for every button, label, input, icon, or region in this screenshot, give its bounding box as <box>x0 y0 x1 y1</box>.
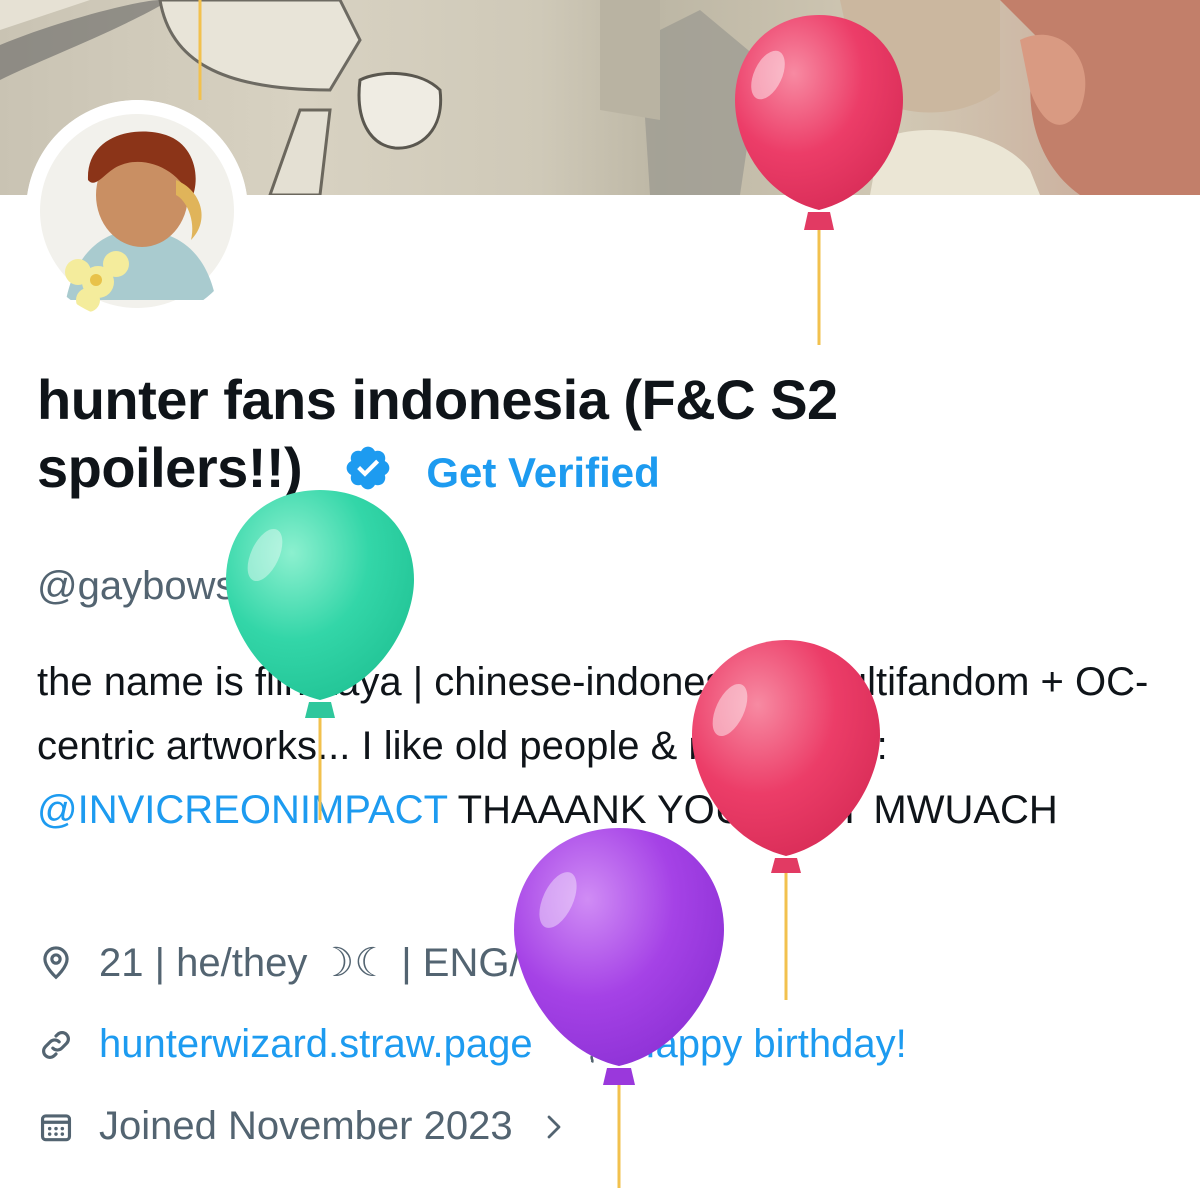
profile-website-link[interactable]: hunterwizard.straw.page <box>99 1022 533 1067</box>
profile-birthday-link[interactable]: Happy birthday! <box>627 1022 907 1067</box>
profile-links-row: hunterwizard.straw.page Happy birthday! <box>37 1022 907 1067</box>
profile-joined-date: Joined November 2023 <box>99 1104 513 1148</box>
profile-handle: @gaybowserz <box>37 564 292 608</box>
bio-mention-link[interactable]: @INVICREONIMPACT <box>37 788 447 832</box>
link-icon <box>42 1030 70 1059</box>
profile-joined-row[interactable]: Joined November 2023 <box>37 1104 569 1149</box>
profile-location-row: 21 | he/they ☽☾ | ENG/IDN ok <box>37 940 643 986</box>
avatar-image <box>26 100 248 322</box>
profile-avatar[interactable] <box>26 100 248 322</box>
bio-text-end: THAAANK YOU VERY MWUACH <box>447 788 1058 832</box>
profile-location: 21 | he/they ☽☾ | ENG/IDN ok <box>99 941 643 985</box>
verified-badge-icon[interactable] <box>343 443 393 493</box>
chevron-right-icon[interactable] <box>539 1112 569 1142</box>
bio-text: the name is flintkaya | chinese-indonesi… <box>37 660 1149 768</box>
profile-bio: the name is flintkaya | chinese-indonesi… <box>37 650 1167 842</box>
profile-display-name: hunter fans indonesia (F&C S2 spoilers!!… <box>37 366 1037 507</box>
location-pin-icon <box>43 946 69 980</box>
calendar-icon <box>40 1113 72 1141</box>
get-verified-link[interactable]: Get Verified <box>426 449 659 496</box>
balloon-icon <box>580 1027 603 1063</box>
